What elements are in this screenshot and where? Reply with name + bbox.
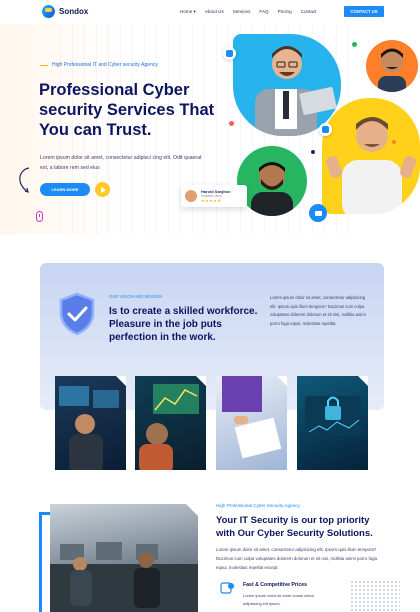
top-nav: Sondox Home ▾ About Us Services FAQ Pric…	[0, 0, 420, 24]
team-office-illustration	[50, 542, 198, 612]
hero-eyebrow: High Professional IT and Cyber security …	[40, 62, 158, 68]
reviewer-avatar	[185, 190, 197, 202]
image-it-professional	[55, 376, 126, 470]
decor-dot	[352, 42, 357, 47]
man-laptop-illustration	[255, 46, 337, 136]
curved-arrow-icon	[19, 167, 30, 193]
play-video-button[interactable]	[95, 182, 110, 197]
hero-title: Professional Cyber security Services Tha…	[39, 81, 215, 139]
shield-check-badge-icon	[223, 47, 236, 60]
video-call-icon[interactable]	[309, 204, 327, 222]
data-analyst-illustration	[139, 384, 199, 470]
decor-dot	[392, 140, 396, 144]
badge-inner	[322, 126, 329, 133]
image-team-office	[50, 504, 198, 612]
feature-body: Lorem ipsum dolor sit amet conse ctetur …	[243, 593, 315, 606]
decor-dot	[311, 150, 315, 154]
page: Sondox Home ▾ About Us Services FAQ Pric…	[0, 0, 420, 612]
mission-title: Is to create a skilled workforce. Pleasu…	[109, 306, 258, 343]
mission-body: Lorem ipsum dolor sit amet, consectetur …	[270, 295, 366, 326]
bearded-man-illustration	[251, 162, 293, 216]
decor-dot-grid	[350, 580, 400, 612]
hero-photo-man-laptop	[233, 34, 341, 136]
nav-item-about[interactable]: About Us	[205, 9, 224, 15]
shield-check-icon	[59, 292, 95, 336]
nav-item-pricing[interactable]: Pricing	[278, 9, 292, 15]
it-professional-illustration	[59, 386, 119, 470]
price-tag-icon	[220, 582, 234, 594]
hero-body: Lorem ipsum dolor sit amet, consectetur …	[40, 155, 202, 171]
brand-logo[interactable]: Sondox	[42, 5, 88, 18]
rating-stars-icon: ★★★★★	[201, 198, 222, 203]
image-data-analyst	[135, 376, 206, 470]
review-card: Harold Sanjiton Satisfied client ★★★★★	[181, 185, 247, 207]
nav-item-home[interactable]: Home ▾	[180, 9, 196, 15]
main-nav: Home ▾ About Us Services FAQ Pricing Con…	[180, 9, 316, 15]
image-document-review	[216, 376, 287, 470]
image-security-lock	[297, 376, 368, 470]
hero-photo-pointing-man	[322, 98, 420, 214]
feature-title: Fast & Competitive Prices	[243, 582, 308, 588]
hero-photo-smiling-man	[366, 40, 418, 92]
hero-eyebrow-text: High Professional IT and Cyber security …	[52, 62, 158, 68]
document-review-illustration	[222, 376, 282, 459]
nav-item-contact[interactable]: Contact	[301, 9, 317, 15]
badge-inner	[226, 50, 233, 57]
contact-us-button[interactable]: CONTACT US	[344, 6, 384, 17]
hero-photo-bearded-man	[237, 146, 307, 216]
security-eyebrow: High Professional Cyber Security Agency	[216, 503, 300, 508]
decor-dot	[229, 121, 234, 126]
security-lock-illustration	[305, 396, 361, 436]
logo-icon	[42, 5, 55, 18]
smiling-man-illustration	[378, 48, 406, 92]
learn-more-button[interactable]: LEARN MORE	[40, 183, 90, 196]
pointing-man-illustration	[326, 117, 416, 214]
nav-item-services[interactable]: Services	[233, 9, 251, 15]
security-title: Your IT Security is our top priority wit…	[216, 515, 373, 539]
security-body: Lorem ipsum dolor sit amet, consectetur …	[216, 547, 378, 570]
chart-badge-icon	[319, 123, 332, 136]
mission-eyebrow: OUR VISION AND MISSION	[109, 294, 163, 299]
eyebrow-dash	[40, 64, 48, 66]
brand-name: Sondox	[59, 7, 89, 16]
scroll-mouse-icon[interactable]	[36, 211, 43, 222]
nav-item-faq[interactable]: FAQ	[259, 9, 268, 15]
